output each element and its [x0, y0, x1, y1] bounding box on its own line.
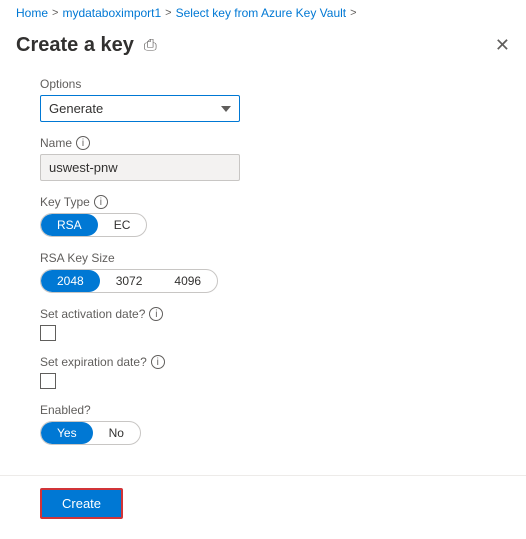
key-type-toggle: RSA EC: [40, 213, 147, 237]
options-field-group: Options Generate Import Restore Backup: [40, 77, 486, 122]
enabled-toggle: Yes No: [40, 421, 141, 445]
key-type-info-icon[interactable]: i: [94, 195, 108, 209]
key-type-ec[interactable]: EC: [98, 214, 147, 236]
rsa-key-size-label: RSA Key Size: [40, 251, 486, 265]
activation-info-icon[interactable]: i: [149, 307, 163, 321]
enabled-label: Enabled?: [40, 403, 486, 417]
expiration-checkbox[interactable]: [40, 373, 56, 389]
panel-header: Create a key ⎙ ✕: [0, 26, 526, 61]
options-select[interactable]: Generate Import Restore Backup: [40, 95, 240, 122]
expiration-field-group: Set expiration date? i: [40, 355, 486, 389]
print-icon[interactable]: ⎙: [144, 37, 157, 55]
breadcrumb: Home > mydataboximport1 > Select key fro…: [0, 0, 526, 26]
activation-checkbox[interactable]: [40, 325, 56, 341]
create-button[interactable]: Create: [40, 488, 123, 519]
breadcrumb-sep-3: >: [350, 7, 356, 19]
page-title: Create a key: [16, 34, 134, 57]
name-label: Name i: [40, 136, 486, 150]
key-type-label: Key Type i: [40, 195, 486, 209]
enabled-no[interactable]: No: [93, 422, 140, 444]
name-field-group: Name i: [40, 136, 486, 181]
enabled-yes[interactable]: Yes: [41, 422, 93, 444]
breadcrumb-home[interactable]: Home: [16, 6, 48, 20]
footer-area: Create: [0, 475, 526, 539]
expiration-info-icon[interactable]: i: [151, 355, 165, 369]
rsa-key-size-3072[interactable]: 3072: [100, 270, 159, 292]
breadcrumb-selectkey[interactable]: Select key from Azure Key Vault: [176, 6, 347, 20]
options-select-wrapper: Generate Import Restore Backup: [40, 95, 240, 122]
breadcrumb-sep-2: >: [165, 7, 171, 19]
form-area: Options Generate Import Restore Backup N…: [0, 61, 526, 475]
rsa-key-size-field-group: RSA Key Size 2048 3072 4096: [40, 251, 486, 293]
key-type-rsa[interactable]: RSA: [41, 214, 98, 236]
name-input[interactable]: [40, 154, 240, 181]
activation-checkbox-row: [40, 325, 486, 341]
key-type-field-group: Key Type i RSA EC: [40, 195, 486, 237]
expiration-label: Set expiration date? i: [40, 355, 486, 369]
rsa-key-size-4096[interactable]: 4096: [158, 270, 217, 292]
close-icon[interactable]: ✕: [495, 35, 510, 56]
name-info-icon[interactable]: i: [76, 136, 90, 150]
breadcrumb-mydatabox[interactable]: mydataboximport1: [62, 6, 161, 20]
rsa-key-size-2048[interactable]: 2048: [41, 270, 100, 292]
rsa-key-size-toggle: 2048 3072 4096: [40, 269, 218, 293]
expiration-checkbox-row: [40, 373, 486, 389]
breadcrumb-sep-1: >: [52, 7, 58, 19]
options-label: Options: [40, 77, 486, 91]
activation-field-group: Set activation date? i: [40, 307, 486, 341]
create-key-panel: Home > mydataboximport1 > Select key fro…: [0, 0, 526, 539]
enabled-field-group: Enabled? Yes No: [40, 403, 486, 445]
activation-label: Set activation date? i: [40, 307, 486, 321]
title-area: Create a key ⎙: [16, 34, 157, 57]
